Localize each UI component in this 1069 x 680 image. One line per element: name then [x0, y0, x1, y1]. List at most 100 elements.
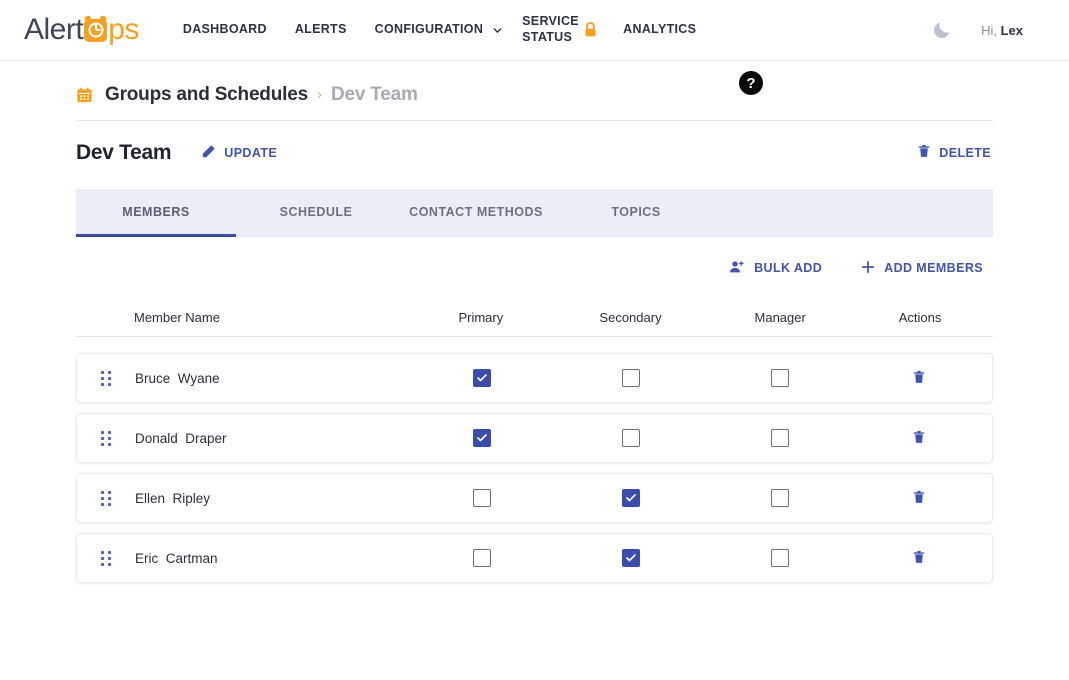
secondary-checkbox[interactable]: [621, 429, 640, 447]
bulk-add-button[interactable]: BULK ADD: [726, 255, 824, 282]
secondary-checkbox[interactable]: [621, 549, 640, 567]
user-greeting[interactable]: Hi, Lex: [981, 23, 1023, 38]
primary-checkbox[interactable]: [472, 429, 491, 447]
drag-handle-icon[interactable]: [101, 430, 111, 446]
member-name-cell: Bruce Wyane: [127, 371, 407, 386]
secondary-checkbox[interactable]: [621, 369, 640, 387]
manager-checkbox[interactable]: [770, 369, 789, 387]
moon-icon[interactable]: [931, 19, 953, 41]
trash-icon: [912, 549, 926, 568]
page-container: Groups and Schedules › Dev Team ? Dev Te…: [0, 61, 1069, 583]
secondary-checkbox[interactable]: [621, 489, 640, 507]
member-name-cell: Ellen Ripley: [127, 491, 407, 506]
column-header-secondary: Secondary: [599, 310, 662, 325]
nav-item-service-status[interactable]: SERVICE STATUS: [508, 8, 578, 51]
trash-icon: [917, 143, 931, 162]
primary-checkbox-cell: [407, 489, 556, 507]
breadcrumb-separator: ›: [316, 86, 322, 103]
lock-icon[interactable]: [582, 20, 599, 40]
column-header-primary: Primary: [458, 310, 504, 325]
bulk-add-label: BULK ADD: [754, 261, 823, 275]
update-button[interactable]: UPDATE: [199, 140, 279, 166]
add-members-button[interactable]: ADD MEMBERS: [858, 255, 985, 282]
nav-item-analytics[interactable]: ANALYTICS: [609, 16, 710, 44]
row-delete-button[interactable]: [910, 427, 928, 450]
chevron-down-icon[interactable]: [491, 24, 504, 37]
delete-button[interactable]: DELETE: [915, 139, 993, 166]
table-body: Bruce Wyane Donald Draper Ellen Ripley Eric…: [76, 353, 993, 583]
primary-checkbox-cell: [407, 369, 556, 387]
tab-topics[interactable]: TOPICS: [556, 189, 716, 237]
members-table: Member Name Primary Secondary Manager Ac…: [76, 299, 993, 583]
nav-right-group: Hi, Lex: [931, 19, 1047, 41]
breadcrumb-parent-link[interactable]: Groups and Schedules: [105, 84, 308, 106]
secondary-checkbox-cell: [556, 429, 705, 447]
drag-handle-icon[interactable]: [101, 370, 111, 386]
drag-handle-icon[interactable]: [101, 490, 111, 506]
primary-checkbox[interactable]: [472, 489, 491, 507]
table-row: Ellen Ripley: [76, 473, 993, 523]
drag-handle-cell: [85, 550, 127, 566]
secondary-checkbox-cell: [556, 489, 705, 507]
member-name-cell: Donald Draper: [127, 431, 407, 446]
tab-members[interactable]: MEMBERS: [76, 189, 236, 237]
table-row: Bruce Wyane: [76, 353, 993, 403]
primary-checkbox[interactable]: [472, 549, 491, 567]
logo-text-ps: ps: [108, 13, 139, 46]
nav-item-alerts[interactable]: ALERTS: [281, 16, 361, 44]
table-header-row: Member Name Primary Secondary Manager Ac…: [76, 299, 993, 337]
greeting-username: Lex: [1000, 22, 1023, 38]
plus-icon: [860, 259, 876, 278]
drag-handle-cell: [85, 370, 127, 386]
drag-handle-cell: [85, 490, 127, 506]
update-button-label: UPDATE: [224, 145, 278, 160]
person-add-icon: [728, 259, 746, 278]
pencil-icon: [201, 144, 216, 162]
row-delete-button[interactable]: [910, 487, 928, 510]
page-title: Dev Team: [76, 140, 172, 164]
manager-checkbox[interactable]: [770, 549, 789, 567]
tab-bar: MEMBERS SCHEDULE CONTACT METHODS TOPICS: [76, 189, 993, 237]
breadcrumb-current: Dev Team: [330, 83, 418, 105]
title-row: Dev Team UPDATE DELETE: [76, 121, 993, 184]
actions-cell: [854, 547, 984, 570]
table-row: Donald Draper: [76, 413, 993, 463]
secondary-checkbox-cell: [556, 549, 705, 567]
nav-item-configuration[interactable]: CONFIGURATION: [361, 16, 498, 44]
row-delete-button[interactable]: [910, 367, 928, 390]
drag-handle-icon[interactable]: [101, 550, 111, 566]
nav-item-dashboard[interactable]: DASHBOARD: [169, 16, 281, 44]
column-header-member-name: Member Name: [134, 310, 220, 325]
manager-checkbox-cell: [705, 549, 854, 567]
logo-text-alert: Alert: [24, 13, 84, 46]
member-name-cell: Eric Cartman: [127, 551, 407, 566]
member-name-text: Ellen Ripley: [135, 490, 211, 506]
actions-cell: [854, 487, 984, 510]
manager-checkbox-cell: [705, 489, 854, 507]
trash-icon: [912, 429, 926, 448]
primary-checkbox[interactable]: [472, 369, 491, 387]
tab-contact-methods[interactable]: CONTACT METHODS: [396, 189, 556, 237]
table-actions: BULK ADD ADD MEMBERS: [76, 237, 993, 299]
column-header-actions: Actions: [898, 310, 942, 325]
secondary-checkbox-cell: [556, 369, 705, 387]
member-name-text: Eric Cartman: [135, 550, 218, 566]
row-delete-button[interactable]: [910, 547, 928, 570]
top-navigation-bar: Alert ps DASHBOARD ALERTS CONFIGURATION …: [0, 0, 1069, 61]
add-members-label: ADD MEMBERS: [884, 261, 983, 275]
drag-handle-cell: [85, 430, 127, 446]
manager-checkbox[interactable]: [770, 429, 789, 447]
column-header-manager: Manager: [754, 310, 806, 325]
tab-schedule[interactable]: SCHEDULE: [236, 189, 396, 237]
member-name-text: Bruce Wyane: [135, 370, 220, 386]
greeting-prefix: Hi,: [981, 22, 1001, 38]
alertops-logo[interactable]: Alert ps: [24, 0, 139, 60]
alarm-clock-icon: [84, 14, 108, 42]
breadcrumb: Groups and Schedules › Dev Team ?: [76, 61, 993, 121]
trash-icon: [912, 369, 926, 388]
help-question-icon[interactable]: ?: [739, 71, 763, 95]
primary-checkbox-cell: [407, 429, 556, 447]
trash-icon: [912, 489, 926, 508]
calendar-icon: [76, 86, 93, 104]
manager-checkbox[interactable]: [770, 489, 789, 507]
